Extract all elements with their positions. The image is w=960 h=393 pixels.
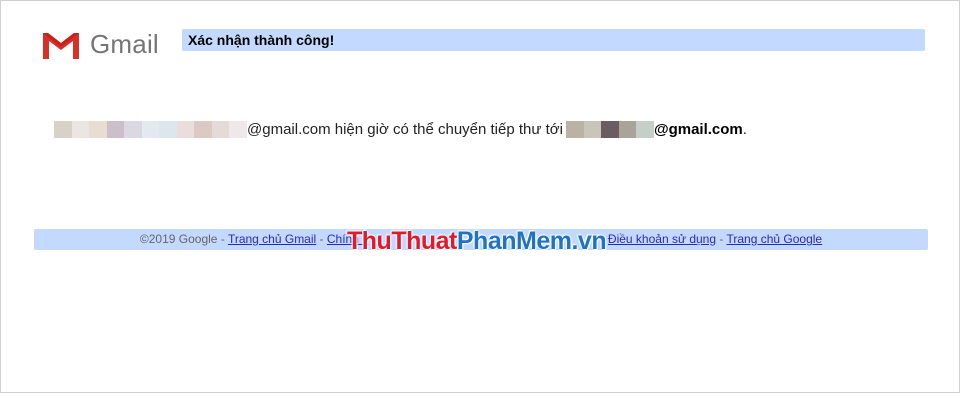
footer-link-google-home[interactable]: Trang chủ Google bbox=[726, 232, 822, 246]
redaction-pixel bbox=[54, 120, 72, 138]
footer-separator: - bbox=[217, 232, 228, 246]
footer-separator: - bbox=[316, 232, 327, 246]
copyright: ©2019 Google bbox=[139, 232, 218, 246]
watermark-part: Mem bbox=[516, 227, 572, 255]
redaction-pixel bbox=[583, 120, 602, 138]
gmail-logo-text: Gmail bbox=[90, 29, 159, 59]
redaction-pixel bbox=[601, 120, 619, 138]
message-text: @gmail.com hiện giờ có thể chuyển tiếp t… bbox=[247, 120, 563, 138]
redaction-pixel bbox=[159, 120, 177, 138]
redaction-pixel bbox=[229, 120, 247, 138]
redaction-pixel bbox=[71, 120, 90, 138]
redaction-pixel bbox=[618, 120, 637, 138]
watermark-part: .vn bbox=[571, 227, 607, 255]
redacted-source-email bbox=[54, 120, 247, 138]
redacted-target-email bbox=[565, 120, 654, 138]
watermark-part: Thu bbox=[347, 227, 392, 255]
gmail-envelope-icon bbox=[40, 29, 82, 60]
watermark-part: Phan bbox=[456, 227, 517, 255]
gmail-logo[interactable]: Gmail bbox=[40, 29, 159, 60]
watermark-part: Thuat bbox=[391, 227, 457, 255]
redaction-pixel bbox=[124, 120, 142, 138]
redaction-pixel bbox=[636, 120, 654, 138]
page-frame: Gmail Xác nhận thành công! @gmail.com hi… bbox=[0, 0, 960, 393]
redaction-pixel bbox=[565, 120, 584, 138]
footer-separator: - bbox=[716, 232, 727, 246]
forwarding-message: @gmail.com hiện giờ có thể chuyển tiếp t… bbox=[54, 117, 747, 141]
redaction-pixel bbox=[176, 120, 195, 138]
footer-link-terms[interactable]: Điều khoản sử dụng bbox=[608, 232, 716, 246]
message-end: . bbox=[742, 120, 747, 138]
redaction-pixel bbox=[211, 120, 230, 138]
watermark-logo: ThuThuatPhanMem.vn bbox=[347, 227, 607, 256]
page-title: Xác nhận thành công! bbox=[188, 32, 335, 48]
title-bar: Xác nhận thành công! bbox=[182, 29, 925, 51]
redaction-pixel bbox=[141, 120, 160, 138]
redaction-pixel bbox=[106, 120, 125, 138]
redaction-pixel bbox=[89, 120, 107, 138]
redaction-pixel bbox=[194, 120, 212, 138]
target-email-domain: @gmail.com bbox=[653, 120, 743, 138]
footer-link-gmail-home[interactable]: Trang chủ Gmail bbox=[228, 232, 316, 246]
